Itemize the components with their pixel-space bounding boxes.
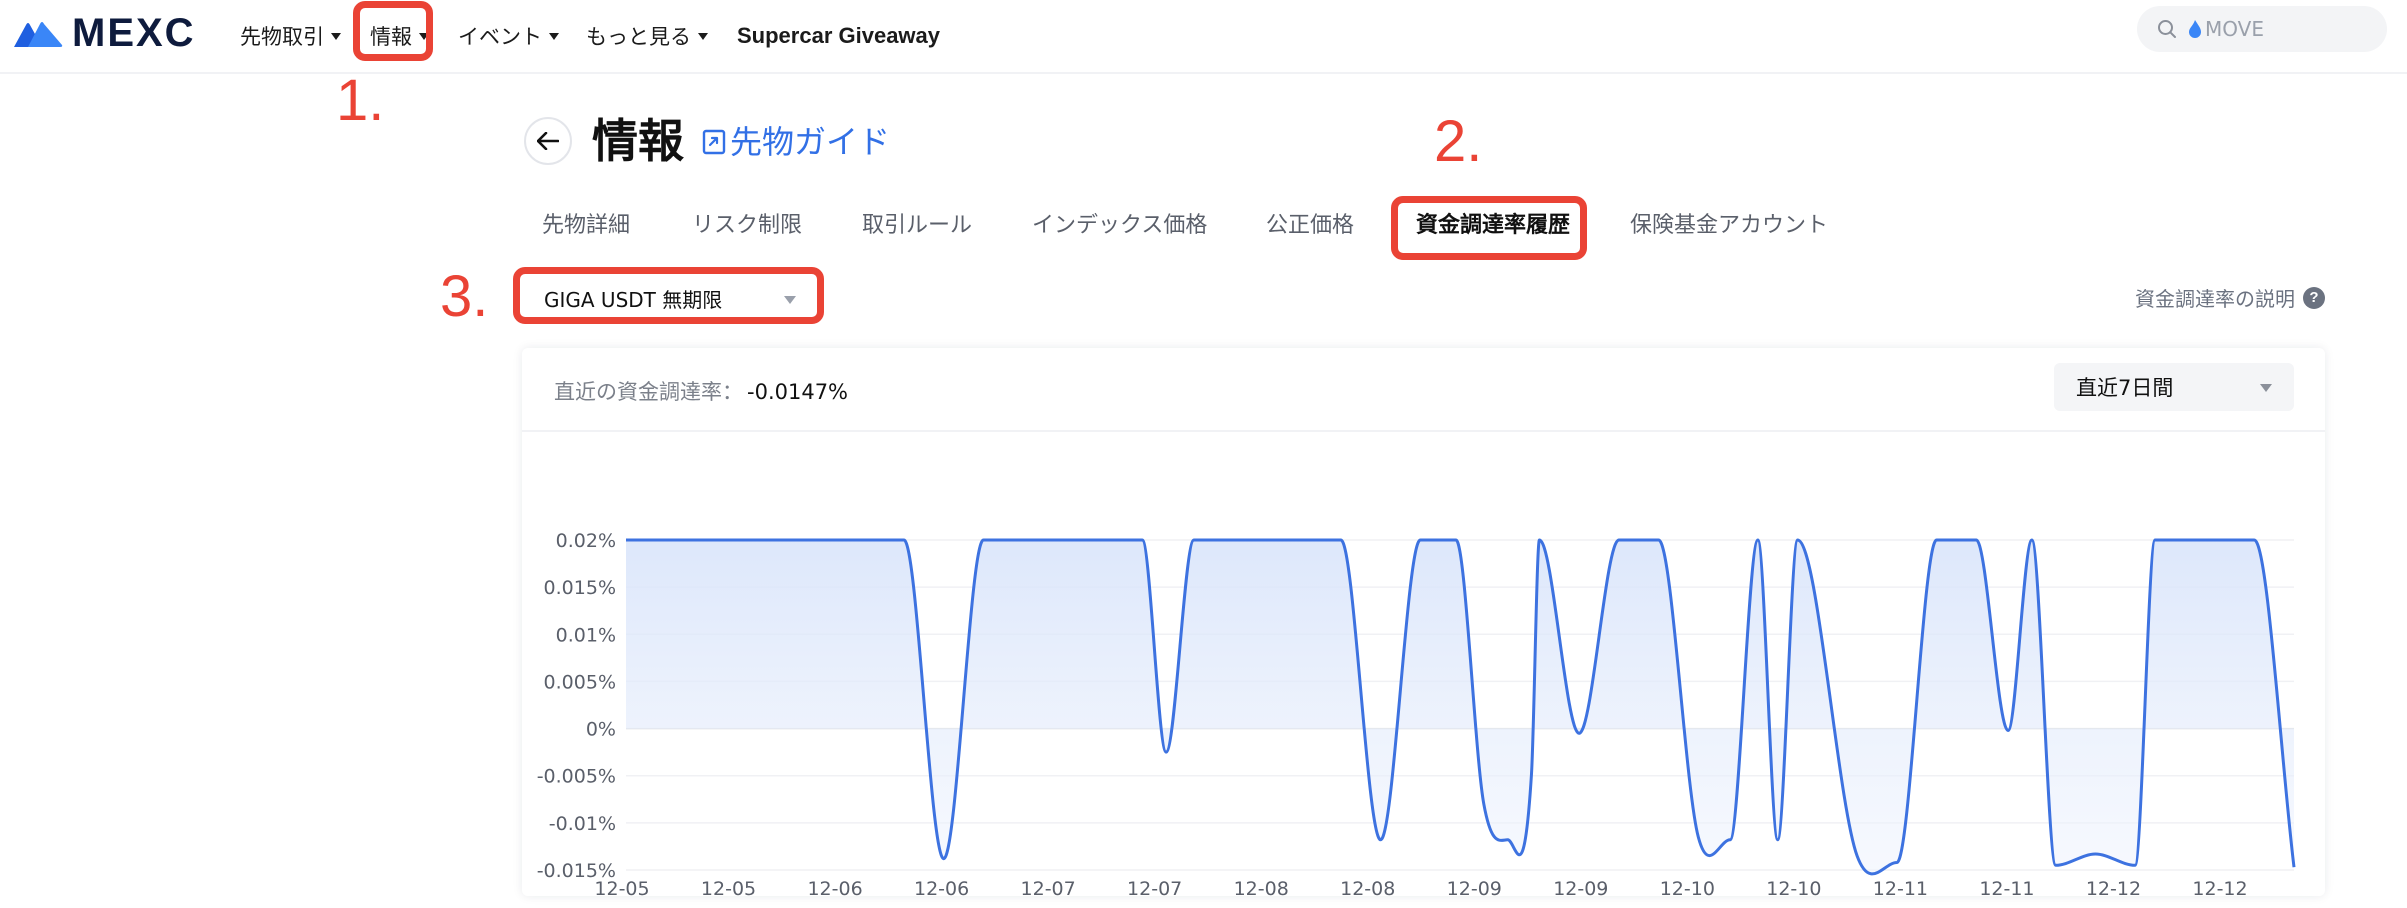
y-tick-label: 0.015%: [544, 577, 616, 599]
search-box[interactable]: [2137, 6, 2387, 52]
help-icon: ?: [2303, 286, 2325, 309]
nav-item-info[interactable]: 情報: [370, 16, 429, 56]
y-tick-label: -0.01%: [549, 813, 616, 835]
back-button[interactable]: [524, 117, 572, 165]
top-navigation: MEXC 先物取引 情報 イベント もっと見る Supercar Giveawa…: [0, 0, 2407, 74]
guide-book-icon: [702, 129, 726, 155]
funding-rate-chart: 0.02%0.015%0.01%0.005%0%-0.005%-0.01%-0.…: [537, 530, 2296, 896]
x-tick-label: 12-11: [1979, 878, 2034, 896]
x-tick-label: 12-05: [594, 878, 649, 896]
search-icon: [2158, 20, 2176, 38]
x-tick-label: 12-11: [1873, 878, 1928, 896]
recent-funding-rate: 直近の資金調達率： -0.0147%: [554, 376, 848, 406]
mexc-logo-icon: [14, 22, 63, 47]
x-tick-label: 12-10: [1766, 878, 1821, 896]
card-header: 直近の資金調達率： -0.0147% 直近7日間: [522, 348, 2325, 432]
tab-trading-rules[interactable]: 取引ルール: [862, 208, 972, 244]
funding-rate-explanation-link[interactable]: 資金調達率の説明 ?: [2135, 283, 2325, 312]
futures-guide-link[interactable]: 先物ガイド: [702, 120, 890, 164]
nav-item-events[interactable]: イベント: [458, 16, 559, 56]
funding-rate-card: 直近の資金調達率： -0.0147% 直近7日間 0.02% 0.015% 0.01%…: [522, 348, 2325, 896]
chevron-down-icon: [2260, 384, 2272, 392]
tab-index-price[interactable]: インデックス価格: [1032, 208, 1207, 244]
arrow-left-icon: [537, 132, 559, 150]
x-tick-label: 12-09: [1447, 878, 1502, 896]
y-tick-label: 0.01%: [556, 624, 616, 646]
chevron-down-icon: [419, 32, 429, 40]
x-tick-label: 12-09: [1553, 878, 1608, 896]
tab-risk-limits[interactable]: リスク制限: [692, 208, 802, 244]
x-tick-label: 12-05: [701, 878, 756, 896]
x-tick-label: 12-12: [2086, 878, 2141, 896]
x-tick-label: 12-06: [914, 878, 969, 896]
x-tick-label: 12-08: [1234, 878, 1289, 896]
brand-name: MEXC: [72, 11, 196, 55]
search-input[interactable]: [2205, 17, 2355, 41]
chevron-down-icon: [331, 32, 341, 40]
tab-funding-rate-history[interactable]: 資金調達率履歴: [1416, 208, 1570, 244]
recent-funding-rate-label: 直近の資金調達率：: [554, 380, 743, 404]
x-tick-label: 12-07: [1127, 878, 1182, 896]
x-tick-label: 12-06: [807, 878, 862, 896]
x-tick-label: 12-08: [1340, 878, 1395, 896]
x-tick-label: 12-12: [2192, 878, 2247, 896]
chevron-down-icon: [784, 296, 796, 304]
chevron-down-icon: [698, 32, 708, 40]
nav-item-futures[interactable]: 先物取引: [240, 16, 341, 56]
annotation-number-3: 3.: [440, 264, 489, 329]
mexc-logo[interactable]: MEXC: [14, 13, 196, 53]
annotation-number-1: 1.: [336, 68, 385, 133]
time-range-select[interactable]: 直近7日間: [2054, 363, 2294, 411]
nav-item-more[interactable]: もっと見る: [586, 16, 708, 56]
y-tick-label: 0%: [586, 719, 616, 741]
y-tick-label: -0.005%: [537, 766, 616, 788]
y-tick-label: 0.005%: [544, 671, 616, 693]
x-tick-label: 12-10: [1660, 878, 1715, 896]
nav-item-supercar-giveaway[interactable]: Supercar Giveaway: [737, 16, 940, 56]
y-tick-label: 0.02%: [556, 530, 616, 552]
page-title: 情報: [592, 114, 684, 168]
recent-funding-rate-value: -0.0147%: [747, 380, 849, 404]
contract-select[interactable]: GIGA USDT 無期限: [522, 276, 818, 320]
x-tick-label: 12-07: [1021, 878, 1076, 896]
annotation-number-2: 2.: [1434, 109, 1483, 174]
tab-futures-details[interactable]: 先物詳細: [542, 208, 630, 244]
chevron-down-icon: [549, 32, 559, 40]
flame-icon: [2189, 20, 2201, 38]
tab-fair-price[interactable]: 公正価格: [1266, 208, 1354, 244]
tab-insurance-fund-account[interactable]: 保険基金アカウント: [1630, 208, 1828, 244]
